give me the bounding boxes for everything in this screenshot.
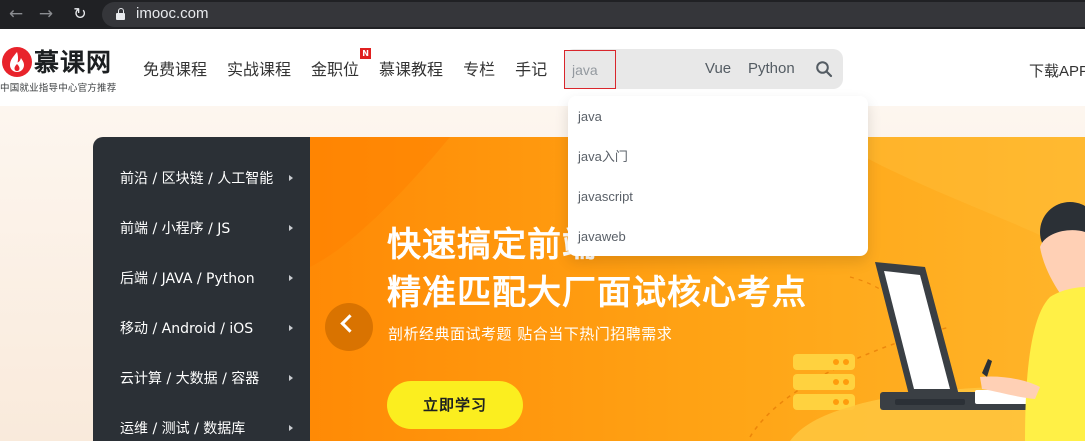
search-tag-python[interactable]: Python xyxy=(748,60,795,78)
nav-jobs-label: 金职位 xyxy=(311,60,360,79)
url-text[interactable]: imooc.com xyxy=(136,5,209,23)
nav-columns[interactable]: 专栏 xyxy=(463,60,495,82)
chevron-right-icon xyxy=(289,225,293,231)
search-input[interactable] xyxy=(564,50,616,89)
category-menu: 前沿 / 区块链 / 人工智能 前端 / 小程序 / JS 后端 / JAVA … xyxy=(93,137,310,441)
back-arrow-icon[interactable]: ← xyxy=(6,4,26,24)
chevron-right-icon xyxy=(289,375,293,381)
suggestion-item[interactable]: javaweb xyxy=(578,229,626,245)
suggestion-item[interactable]: javascript xyxy=(578,189,633,205)
site-logo[interactable]: 慕课网 中国就业指导中心官方推荐 xyxy=(0,41,130,97)
reload-icon[interactable]: ↻ xyxy=(70,4,90,24)
category-item-backend[interactable]: 后端 / JAVA / Python xyxy=(120,270,255,288)
banner-prev-button[interactable] xyxy=(325,303,373,351)
category-item-cloud[interactable]: 云计算 / 大数据 / 容器 xyxy=(120,370,259,388)
chevron-left-icon xyxy=(340,314,359,333)
search-tag-vue[interactable]: Vue xyxy=(705,60,731,78)
search-box: Vue Python xyxy=(564,49,843,89)
new-badge: N xyxy=(360,48,372,59)
flame-logo-icon xyxy=(2,47,32,77)
download-app-link[interactable]: 下载APP xyxy=(1029,60,1085,81)
category-item-ops[interactable]: 运维 / 测试 / 数据库 xyxy=(120,420,245,438)
category-item-frontier[interactable]: 前沿 / 区块链 / 人工智能 xyxy=(120,170,273,188)
address-bar[interactable]: imooc.com xyxy=(102,2,1085,27)
banner-subline: 剖析经典面试考题 贴合当下热门招聘需求 xyxy=(388,325,673,343)
search-icon[interactable] xyxy=(814,59,834,79)
browser-toolbar: ← → ↻ imooc.com xyxy=(0,0,1085,29)
chevron-right-icon xyxy=(289,275,293,281)
start-learning-button[interactable]: 立即学习 xyxy=(387,381,523,429)
forward-arrow-icon[interactable]: → xyxy=(36,4,56,24)
category-item-mobile[interactable]: 移动 / Android / iOS xyxy=(120,320,253,338)
main-nav: 免费课程 实战课程 金职位 N 慕课教程 专栏 手记 xyxy=(143,48,567,82)
logo-subtitle: 中国就业指导中心官方推荐 xyxy=(0,83,117,94)
nav-tutorials[interactable]: 慕课教程 xyxy=(379,60,443,82)
suggestion-item[interactable]: java入门 xyxy=(578,149,628,165)
chevron-right-icon xyxy=(289,175,293,181)
chevron-right-icon xyxy=(289,425,293,431)
category-item-frontend[interactable]: 前端 / 小程序 / JS xyxy=(120,220,230,238)
search-suggestions: java java入门 javascript javaweb xyxy=(568,96,868,256)
site-header: 慕课网 中国就业指导中心官方推荐 免费课程 实战课程 金职位 N 慕课教程 专栏… xyxy=(0,29,1085,106)
lock-icon xyxy=(116,8,125,20)
banner-headline-line1: 快速搞定前端 xyxy=(387,225,597,265)
nav-notes[interactable]: 手记 xyxy=(515,60,547,82)
nav-jobs[interactable]: 金职位 N xyxy=(311,48,372,82)
banner-headline-line2: 精准匹配大厂面试核心考点 xyxy=(387,273,807,313)
logo-text: 慕课网 xyxy=(34,48,113,77)
suggestion-item[interactable]: java xyxy=(578,109,602,125)
chevron-right-icon xyxy=(289,325,293,331)
nav-practical-courses[interactable]: 实战课程 xyxy=(227,60,291,82)
nav-free-courses[interactable]: 免费课程 xyxy=(143,60,207,82)
